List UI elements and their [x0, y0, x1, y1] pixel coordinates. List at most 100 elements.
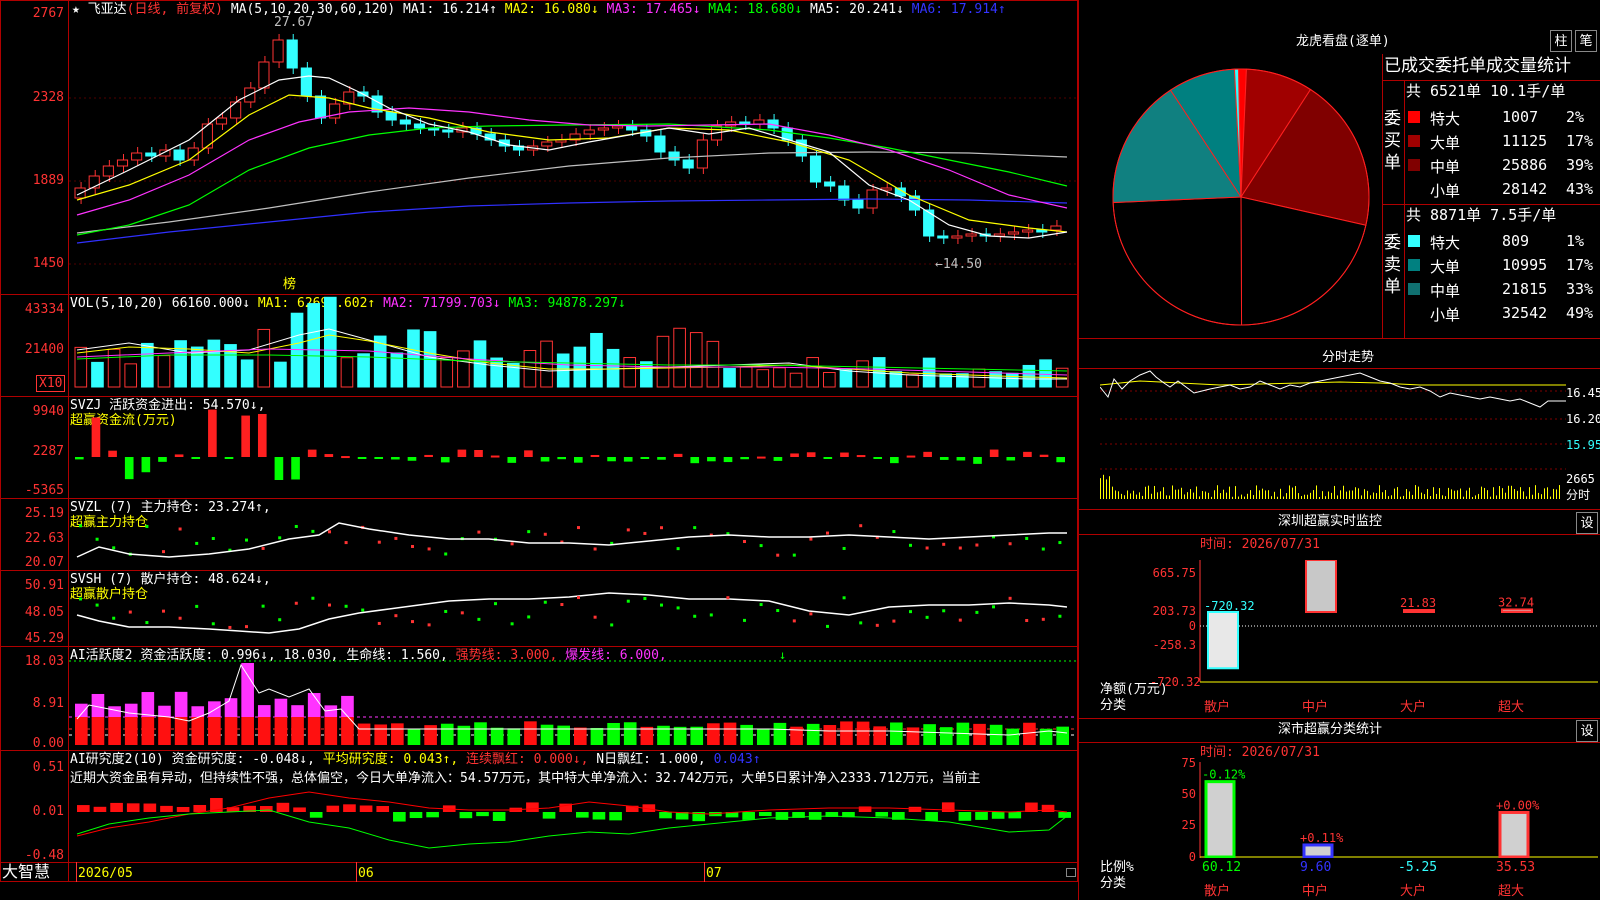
activity-bar-burst — [158, 705, 171, 717]
flow-bar — [690, 457, 700, 464]
svzl-axis-tick: 22.63 — [24, 531, 64, 546]
candlestick-chart[interactable]: 27.67 ←14.50 榜 — [69, 0, 1077, 294]
vol-unit: X10 — [36, 375, 66, 392]
marker-dot — [925, 615, 929, 619]
tick-volume — [1247, 493, 1248, 499]
volume-bar — [856, 360, 869, 388]
svzj-chart[interactable] — [69, 397, 1077, 498]
sell-name: 特大 — [1430, 234, 1461, 252]
ai-active-chart[interactable]: ↓ — [69, 647, 1077, 750]
activity-bar-burst — [141, 692, 155, 717]
activity-bar — [540, 724, 554, 745]
activity-bar — [391, 723, 404, 745]
research-bar — [576, 812, 589, 818]
sep — [1404, 80, 1405, 204]
tick-volume — [1514, 489, 1515, 499]
fenshi-axis-tick: 16.20 — [1566, 412, 1600, 426]
flow-bar — [257, 413, 267, 457]
tick-volume — [1301, 496, 1302, 499]
bar-mode-button[interactable]: 柱 — [1550, 30, 1572, 52]
volume-bar — [656, 335, 670, 388]
class-category-label: 大户 — [1400, 884, 1427, 899]
monitor-bar-value: 32.74 — [1498, 595, 1534, 609]
buy-vol: 25886 — [1502, 156, 1548, 174]
volume-bar — [706, 340, 720, 388]
tick-volume — [1361, 495, 1362, 499]
sz-monitor-chart[interactable]: -720.32665.7521.8332.74 — [1198, 560, 1598, 684]
sz-class-chart[interactable]: -0.12% +0.11% +0.00% — [1198, 762, 1598, 858]
tick-volume — [1472, 496, 1473, 499]
volume-bar — [257, 328, 271, 388]
svsh-axis-tick: 48.05 — [24, 605, 64, 620]
activity-bar — [740, 724, 753, 745]
bang-label[interactable]: 榜 — [283, 276, 296, 292]
tick-volume — [1244, 496, 1245, 499]
tick-volume — [1451, 489, 1452, 499]
tick-volume — [1262, 488, 1263, 499]
research-bar — [160, 805, 173, 812]
activity-bar — [490, 727, 504, 745]
activity-bar — [141, 717, 155, 745]
activity-bar — [241, 717, 254, 745]
marker-dot — [178, 616, 182, 620]
marker-dot — [660, 526, 663, 530]
fenshi-vol: 2665 — [1566, 472, 1595, 486]
svzl-chart[interactable] — [69, 499, 1077, 570]
lhb-pie-chart[interactable] — [1110, 66, 1372, 330]
candle — [696, 139, 708, 169]
tick-volume — [1547, 487, 1548, 499]
volume-chart[interactable] — [69, 295, 1077, 396]
class-bar-top: +0.00% — [1496, 798, 1540, 812]
tick-volume — [1187, 492, 1188, 499]
marker-dot — [211, 622, 215, 626]
svsh-chart[interactable] — [69, 571, 1077, 646]
tick-volume — [1214, 490, 1215, 499]
marker-dot — [344, 604, 348, 608]
tick-volume — [1322, 491, 1323, 499]
sell-pct: 49% — [1566, 304, 1594, 322]
marker-dot — [361, 608, 365, 612]
marker-dot — [826, 531, 829, 535]
tick-volume — [1109, 476, 1110, 499]
marker-dot — [112, 546, 116, 550]
sz-monitor-time: 时间: 2026/07/31 — [1200, 537, 1320, 552]
activity-bar — [1006, 728, 1020, 745]
tick-volume — [1166, 495, 1167, 499]
candle — [272, 39, 284, 63]
buy-pct: 2% — [1566, 108, 1585, 126]
flow-bar — [773, 457, 783, 461]
tick-volume — [1379, 485, 1380, 499]
marker-dot — [925, 546, 929, 550]
fenshi-title: 分时走势 — [1322, 350, 1375, 365]
ai-research-chart[interactable] — [69, 788, 1077, 864]
sell-name: 中单 — [1430, 282, 1461, 300]
sz-class-settings-button[interactable]: 设 — [1576, 720, 1598, 742]
activity-bar — [890, 722, 903, 745]
marker-dot — [162, 609, 165, 613]
tick-mode-button[interactable]: 笔 — [1575, 30, 1597, 52]
candle — [1050, 225, 1062, 231]
marker-dot — [726, 596, 730, 600]
research-bar — [858, 806, 872, 812]
fenshi-chart[interactable] — [1100, 369, 1566, 509]
research-bar — [393, 812, 406, 822]
marker-dot — [95, 603, 99, 607]
marker-dot — [377, 540, 381, 544]
flow-bar — [574, 457, 583, 463]
tick-volume — [1448, 487, 1449, 499]
sz-monitor-settings-button[interactable]: 设 — [1576, 512, 1598, 534]
brand-label[interactable]: 大智慧 — [2, 864, 50, 880]
tick-volume — [1265, 490, 1266, 499]
volume-bar — [74, 346, 88, 388]
marker-dot — [958, 618, 962, 622]
volume-bar — [1039, 359, 1052, 388]
tick-volume — [1289, 485, 1290, 499]
tick-volume — [1319, 496, 1320, 499]
lock-icon[interactable] — [1066, 868, 1076, 877]
volume-bar — [623, 357, 637, 388]
tick-volume — [1487, 490, 1488, 499]
flow-bar — [141, 457, 151, 473]
marker-dot — [1008, 596, 1012, 600]
candle — [131, 152, 143, 161]
date-tick — [356, 862, 357, 882]
